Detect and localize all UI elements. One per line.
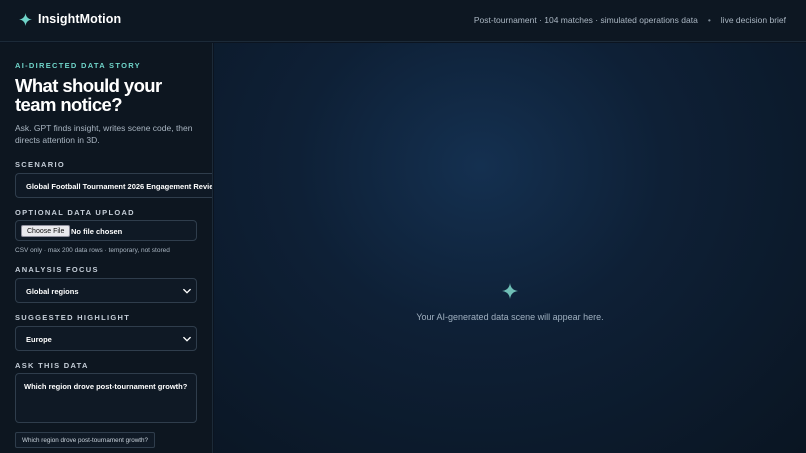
scene-stage: Your AI-generated data scene will appear…	[214, 43, 806, 453]
top-bar: InsightMotion Post-tournament · 104 matc…	[0, 0, 806, 42]
mode-label: live decision brief	[720, 15, 786, 25]
ask-textarea[interactable]: Which region drove post-tournament growt…	[15, 373, 197, 423]
brand[interactable]: InsightMotion	[19, 12, 121, 26]
ask-label: ASK THIS DATA	[15, 361, 89, 370]
suggested-question-chip[interactable]: Which region drove post-tournament growt…	[15, 432, 156, 448]
page-title: What should your team notice?	[15, 75, 162, 115]
header-meta: Post-tournament · 104 matches · simulate…	[474, 15, 786, 25]
scenario-select[interactable]: Global Football Tournament 2026 Engageme…	[15, 173, 213, 198]
focus-label: ANALYSIS FOCUS	[15, 265, 99, 274]
upload-note: CSV only · max 200 data rows · temporary…	[15, 247, 170, 254]
separator-dot: •	[707, 15, 711, 25]
ask-value: Which region drove post-tournament growt…	[24, 382, 188, 391]
highlight-select[interactable]: Europe	[15, 326, 197, 351]
file-status: No file chosen	[71, 227, 123, 236]
page-subtitle: Ask. GPT finds insight, writes scene cod…	[15, 123, 193, 145]
sidebar: AI-DIRECTED DATA STORY What should your …	[0, 43, 213, 453]
sparkle-icon	[19, 12, 32, 26]
stage-placeholder: Your AI-generated data scene will appear…	[416, 312, 604, 322]
highlight-value: Europe	[26, 335, 52, 344]
upload-label: OPTIONAL DATA UPLOAD	[15, 208, 135, 217]
chevron-down-icon	[183, 288, 191, 294]
file-upload-field[interactable]: Choose File No file chosen	[15, 220, 197, 241]
dataset-summary: Post-tournament · 104 matches · simulate…	[473, 15, 698, 25]
focus-select[interactable]: Global regions	[15, 278, 197, 303]
highlight-label: SUGGESTED HIGHLIGHT	[15, 313, 131, 322]
scenario-value: Global Football Tournament 2026 Engageme…	[26, 182, 213, 191]
eyebrow: AI-DIRECTED DATA STORY	[15, 61, 141, 70]
choose-file-button[interactable]: Choose File	[21, 225, 71, 237]
focus-value: Global regions	[26, 287, 79, 296]
brand-name: InsightMotion	[38, 12, 122, 26]
chevron-down-icon	[183, 336, 191, 342]
sparkle-icon	[502, 283, 518, 299]
scenario-label: SCENARIO	[15, 160, 65, 169]
